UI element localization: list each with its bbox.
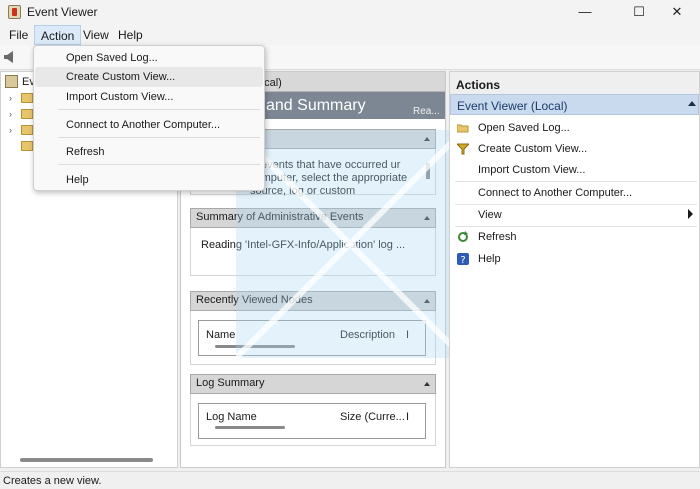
actions-section-title: Event Viewer (Local) [457,99,568,113]
chevron-right-icon[interactable]: › [9,125,12,135]
menu-action[interactable]: Action [34,25,82,45]
divider [455,226,697,227]
refresh-icon [457,231,469,243]
menu-help[interactable]: Help [112,25,149,45]
admin-events-section-body [190,228,436,276]
menu-item-create-custom-view[interactable]: Create Custom View... [35,67,263,87]
column-header-description[interactable]: Description [340,329,395,341]
column-header-i[interactable]: I [406,329,409,341]
overview-text: w events that have occurred ur computer,… [250,159,408,197]
collapse-icon[interactable] [424,216,430,220]
collapse-icon[interactable] [424,137,430,141]
admin-events-section-title: Summary of Administrative Events [196,211,364,223]
horizontal-scrollbar[interactable] [20,458,153,462]
menu-item-refresh[interactable]: Refresh [35,142,263,162]
status-bar [0,471,700,489]
admin-events-status-text: Reading 'Intel-GFX-Info/Application' log… [201,239,406,251]
action-import-custom-view[interactable]: Import Custom View... [478,164,585,176]
back-arrow-icon[interactable] [4,51,13,63]
overview-banner-right-text: Rea... [413,106,440,117]
divider [455,181,697,182]
help-icon: ? [457,253,469,266]
window-title: Event Viewer [27,5,98,19]
horizontal-scrollbar[interactable] [215,345,295,348]
horizontal-scrollbar[interactable] [215,426,285,429]
minimize-button[interactable]: — [562,0,608,25]
chevron-right-icon[interactable]: › [9,109,12,119]
folder-open-icon [456,122,469,134]
action-open-saved-log[interactable]: Open Saved Log... [478,122,570,134]
column-header-i[interactable]: I [406,411,409,423]
menu-separator [58,109,260,110]
action-refresh[interactable]: Refresh [478,231,517,243]
column-header-size[interactable]: Size (Curre... [340,411,405,423]
menu-item-import-custom-view[interactable]: Import Custom View... [35,87,263,107]
folder-icon[interactable] [21,93,33,103]
action-help[interactable]: Help [478,253,501,265]
column-header-name[interactable]: Name [206,329,235,341]
collapse-icon[interactable] [688,101,696,106]
menu-separator [58,164,260,165]
menu-item-connect-to-another-computer[interactable]: Connect to Another Computer... [35,115,263,135]
svg-text:?: ? [460,255,465,265]
menu-item-help[interactable]: Help [35,170,263,190]
chevron-right-icon[interactable] [688,209,693,219]
menu-file[interactable]: File [3,25,34,45]
actions-title: Actions [456,78,501,92]
menu-item-open-saved-log[interactable]: Open Saved Log... [35,48,263,68]
event-viewer-app-icon [8,5,21,19]
vertical-scrollbar[interactable] [426,163,430,179]
event-viewer-root-icon[interactable] [5,75,18,88]
recent-nodes-section-title: Recently Viewed Nodes [196,294,313,306]
folder-icon[interactable] [21,125,33,135]
status-text: Creates a new view. [3,475,102,487]
close-button[interactable]: ✕ [654,0,700,25]
overview-banner-title: and Summary [266,97,366,114]
divider [455,204,697,205]
action-connect-to-another-computer[interactable]: Connect to Another Computer... [478,187,632,199]
action-create-custom-view[interactable]: Create Custom View... [478,143,587,155]
action-view[interactable]: View [478,209,502,221]
chevron-right-icon[interactable]: › [9,93,12,103]
collapse-icon[interactable] [424,382,430,386]
menu-view[interactable]: View [77,25,115,45]
folder-icon[interactable] [21,109,33,119]
menu-separator [58,137,260,138]
collapse-icon[interactable] [424,299,430,303]
column-header-log-name[interactable]: Log Name [206,411,257,423]
log-summary-section-title: Log Summary [196,377,265,389]
folder-icon[interactable] [21,141,33,151]
filter-icon [455,143,471,155]
